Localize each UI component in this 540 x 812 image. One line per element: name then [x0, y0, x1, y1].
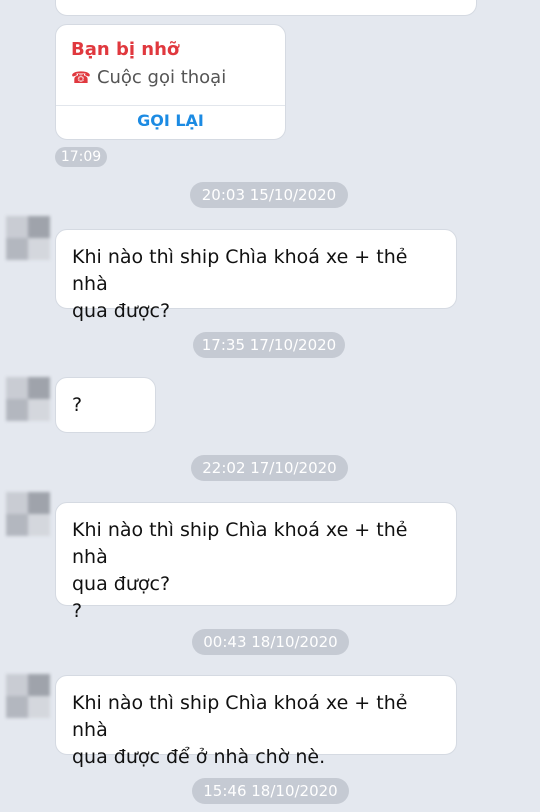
- timestamp-divider: 22:02 17/10/2020: [191, 455, 348, 481]
- message-bubble[interactable]: Khi nào thì ship Chìa khoá xe + thẻ nhà …: [55, 675, 457, 768]
- timestamp-divider: 17:35 17/10/2020: [193, 332, 345, 358]
- timestamp-divider: 15:46 18/10/2020: [192, 778, 349, 804]
- missed-call-subtitle: ☎ Cuộc gọi thoại: [71, 67, 226, 88]
- missed-call-time: 17:09: [55, 147, 107, 167]
- avatar[interactable]: [6, 674, 50, 718]
- message-text: Khi nào thì ship Chìa khoá xe + thẻ nhà …: [72, 519, 408, 622]
- message-text: Khi nào thì ship Chìa khoá xe + thẻ nhà …: [72, 692, 408, 768]
- missed-call-title: Bạn bị nhỡ: [71, 39, 180, 60]
- avatar[interactable]: [6, 377, 50, 421]
- avatar[interactable]: [6, 492, 50, 536]
- timestamp-divider: 00:43 18/10/2020: [192, 629, 349, 655]
- divider: [56, 105, 285, 106]
- message-text: Khi nào thì ship Chìa khoá xe + thẻ nhà …: [72, 246, 408, 322]
- message-bubble[interactable]: ?: [55, 377, 156, 433]
- avatar[interactable]: [6, 216, 50, 260]
- message-bubble[interactable]: Khi nào thì ship Chìa khoá xe + thẻ nhà …: [55, 229, 457, 322]
- missed-call-card: Bạn bị nhỡ ☎ Cuộc gọi thoại GỌI LẠI: [55, 24, 286, 140]
- call-back-button[interactable]: GỌI LẠI: [56, 111, 285, 130]
- message-bubble[interactable]: Khi nào thì ship Chìa khoá xe + thẻ nhà …: [55, 502, 457, 622]
- missed-call-type: Cuộc gọi thoại: [96, 67, 227, 88]
- message-text: ?: [72, 394, 83, 416]
- missed-call-icon: ☎: [71, 68, 91, 87]
- timestamp-divider: 20:03 15/10/2020: [190, 182, 348, 208]
- previous-message-bubble: [55, 0, 477, 16]
